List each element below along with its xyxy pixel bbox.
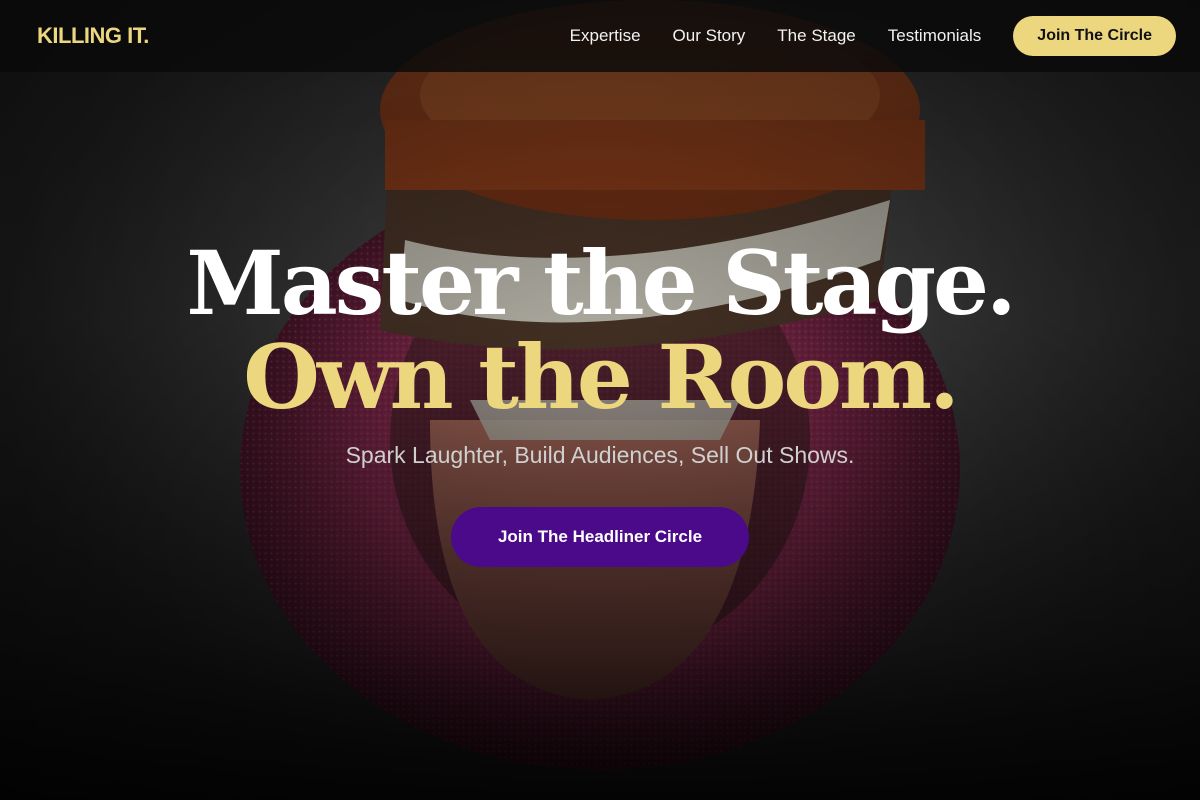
brand-logo[interactable]: KILLING IT.	[37, 23, 149, 49]
nav-link-the-stage[interactable]: The Stage	[777, 26, 855, 46]
hero-subheadline: Spark Laughter, Build Audiences, Sell Ou…	[345, 442, 855, 468]
headline-line-2: Own the Room.	[243, 325, 960, 429]
nav-links: Expertise Our Story The Stage Testimonia…	[570, 26, 982, 46]
nav-link-expertise[interactable]: Expertise	[570, 26, 641, 46]
hero-headline: Master the Stage. Own the Room.	[0, 236, 1200, 424]
join-the-circle-button[interactable]: Join The Circle	[1013, 16, 1176, 56]
hero-content: Master the Stage. Own the Room. Spark La…	[0, 236, 1200, 567]
nav-right: Expertise Our Story The Stage Testimonia…	[570, 16, 1176, 56]
nav-link-our-story[interactable]: Our Story	[673, 26, 746, 46]
top-navbar: KILLING IT. Expertise Our Story The Stag…	[0, 0, 1200, 72]
headline-line-1: Master the Stage.	[186, 231, 1016, 335]
nav-link-testimonials[interactable]: Testimonials	[888, 26, 982, 46]
join-headliner-circle-button[interactable]: Join The Headliner Circle	[451, 507, 749, 567]
